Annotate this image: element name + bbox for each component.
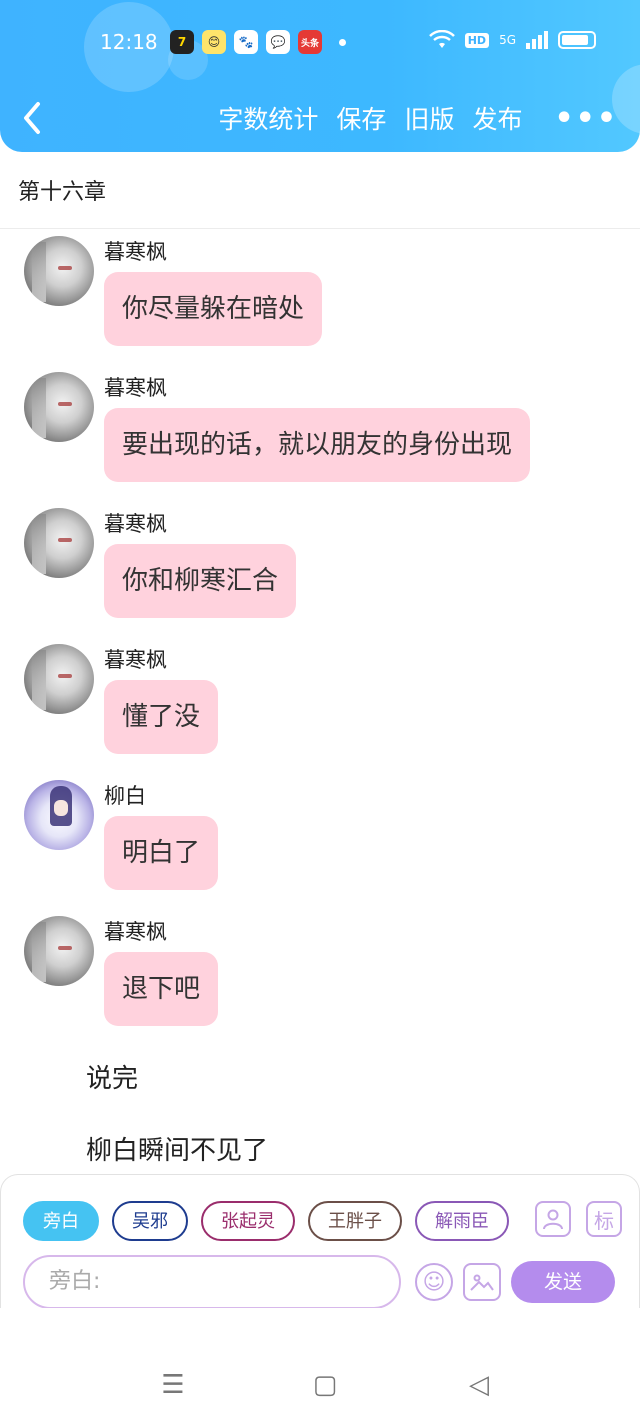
more-options-icon[interactable]: ••• — [554, 101, 618, 136]
message-bubble[interactable]: 你和柳寒汇合 — [104, 544, 297, 618]
avatar[interactable] — [24, 372, 94, 442]
role-selector: 旁白 吴邪 张起灵 王胖子 解雨臣 — [23, 1201, 509, 1241]
role-chip-xieyuchen[interactable]: 解雨臣 — [415, 1201, 509, 1241]
toutiao-icon: 头条 — [298, 30, 322, 54]
role-chip-wuxie[interactable]: 吴邪 — [112, 1201, 188, 1241]
sender-name: 暮寒枫 — [104, 240, 167, 264]
wechat-icon: 💬 — [266, 30, 290, 54]
sender-name: 暮寒枫 — [104, 648, 167, 672]
header-toolbar: 字数统计 保存 旧版 发布 ••• — [218, 100, 618, 136]
app-header: 12:18 7 😊 🐾 💬 头条 HD 5G 字数统计 保存 旧版 发布 ••• — [0, 0, 640, 152]
status-time: 12:18 — [100, 30, 158, 54]
role-chip-zhangqiling[interactable]: 张起灵 — [201, 1201, 295, 1241]
composer-panel: 旁白 吴邪 张起灵 王胖子 解雨臣 标 旁白: ☺ 发送 — [0, 1174, 640, 1309]
divider — [0, 228, 640, 229]
message-bubble[interactable]: 明白了 — [104, 816, 219, 890]
signal-icon — [526, 31, 548, 49]
sender-name: 暮寒枫 — [104, 512, 167, 536]
chevron-left-icon — [24, 102, 40, 134]
message-bubble[interactable]: 要出现的话，就以朋友的身份出现 — [104, 408, 531, 482]
back-nav-icon[interactable]: ◁ — [464, 1370, 494, 1400]
person-icon — [543, 1209, 563, 1230]
image-icon — [470, 1274, 494, 1291]
old-version-button[interactable]: 旧版 — [404, 100, 454, 136]
message-bubble[interactable]: 你尽量躲在暗处 — [104, 272, 323, 346]
smile-icon: ☺ — [422, 1269, 446, 1295]
battery-icon — [558, 31, 596, 49]
network-type: 5G — [499, 33, 516, 47]
avatar[interactable] — [24, 916, 94, 986]
message-bubble[interactable]: 退下吧 — [104, 952, 219, 1026]
sender-name: 柳白 — [104, 784, 146, 808]
status-bar: 12:18 7 😊 🐾 💬 头条 HD 5G — [0, 0, 640, 86]
narration-text[interactable]: 说完 — [86, 1058, 138, 1095]
avatar[interactable] — [24, 780, 94, 850]
app-notification-icon: 😊 — [202, 30, 226, 54]
tag-button[interactable]: 标 — [586, 1201, 622, 1237]
menu-icon[interactable]: ☰ — [158, 1370, 188, 1400]
narration-text[interactable]: 柳白瞬间不见了 — [86, 1130, 268, 1167]
sender-name: 暮寒枫 — [104, 376, 167, 400]
save-button[interactable]: 保存 — [336, 100, 386, 136]
image-button[interactable] — [463, 1263, 501, 1301]
chapter-title[interactable]: 第十六章 — [18, 174, 106, 206]
home-icon[interactable]: ▢ — [310, 1370, 340, 1400]
role-chip-wangpangzi[interactable]: 王胖子 — [308, 1201, 402, 1241]
baidu-icon: 🐾 — [234, 30, 258, 54]
wifi-icon — [428, 30, 455, 48]
back-button[interactable] — [20, 100, 50, 136]
message-bubble[interactable]: 懂了没 — [104, 680, 219, 754]
more-notifications-dot — [339, 39, 346, 46]
emoji-button[interactable]: ☺ — [415, 1263, 453, 1301]
send-button[interactable]: 发送 — [511, 1261, 615, 1303]
role-manage-button[interactable] — [535, 1201, 571, 1237]
publish-button[interactable]: 发布 — [472, 100, 522, 136]
role-chip-narrator[interactable]: 旁白 — [23, 1201, 99, 1241]
app-notification-icon: 7 — [170, 30, 194, 54]
avatar[interactable] — [24, 644, 94, 714]
sender-name: 暮寒枫 — [104, 920, 167, 944]
system-nav-bar: ☰ ▢ ◁ — [0, 1308, 640, 1422]
system-status: HD 5G — [428, 30, 596, 50]
notification-icons: 7 😊 🐾 💬 头条 — [170, 30, 322, 54]
hd-badge: HD — [464, 32, 490, 48]
avatar[interactable] — [24, 236, 94, 306]
message-input[interactable]: 旁白: — [23, 1255, 401, 1309]
word-count-button[interactable]: 字数统计 — [218, 100, 318, 136]
avatar[interactable] — [24, 508, 94, 578]
